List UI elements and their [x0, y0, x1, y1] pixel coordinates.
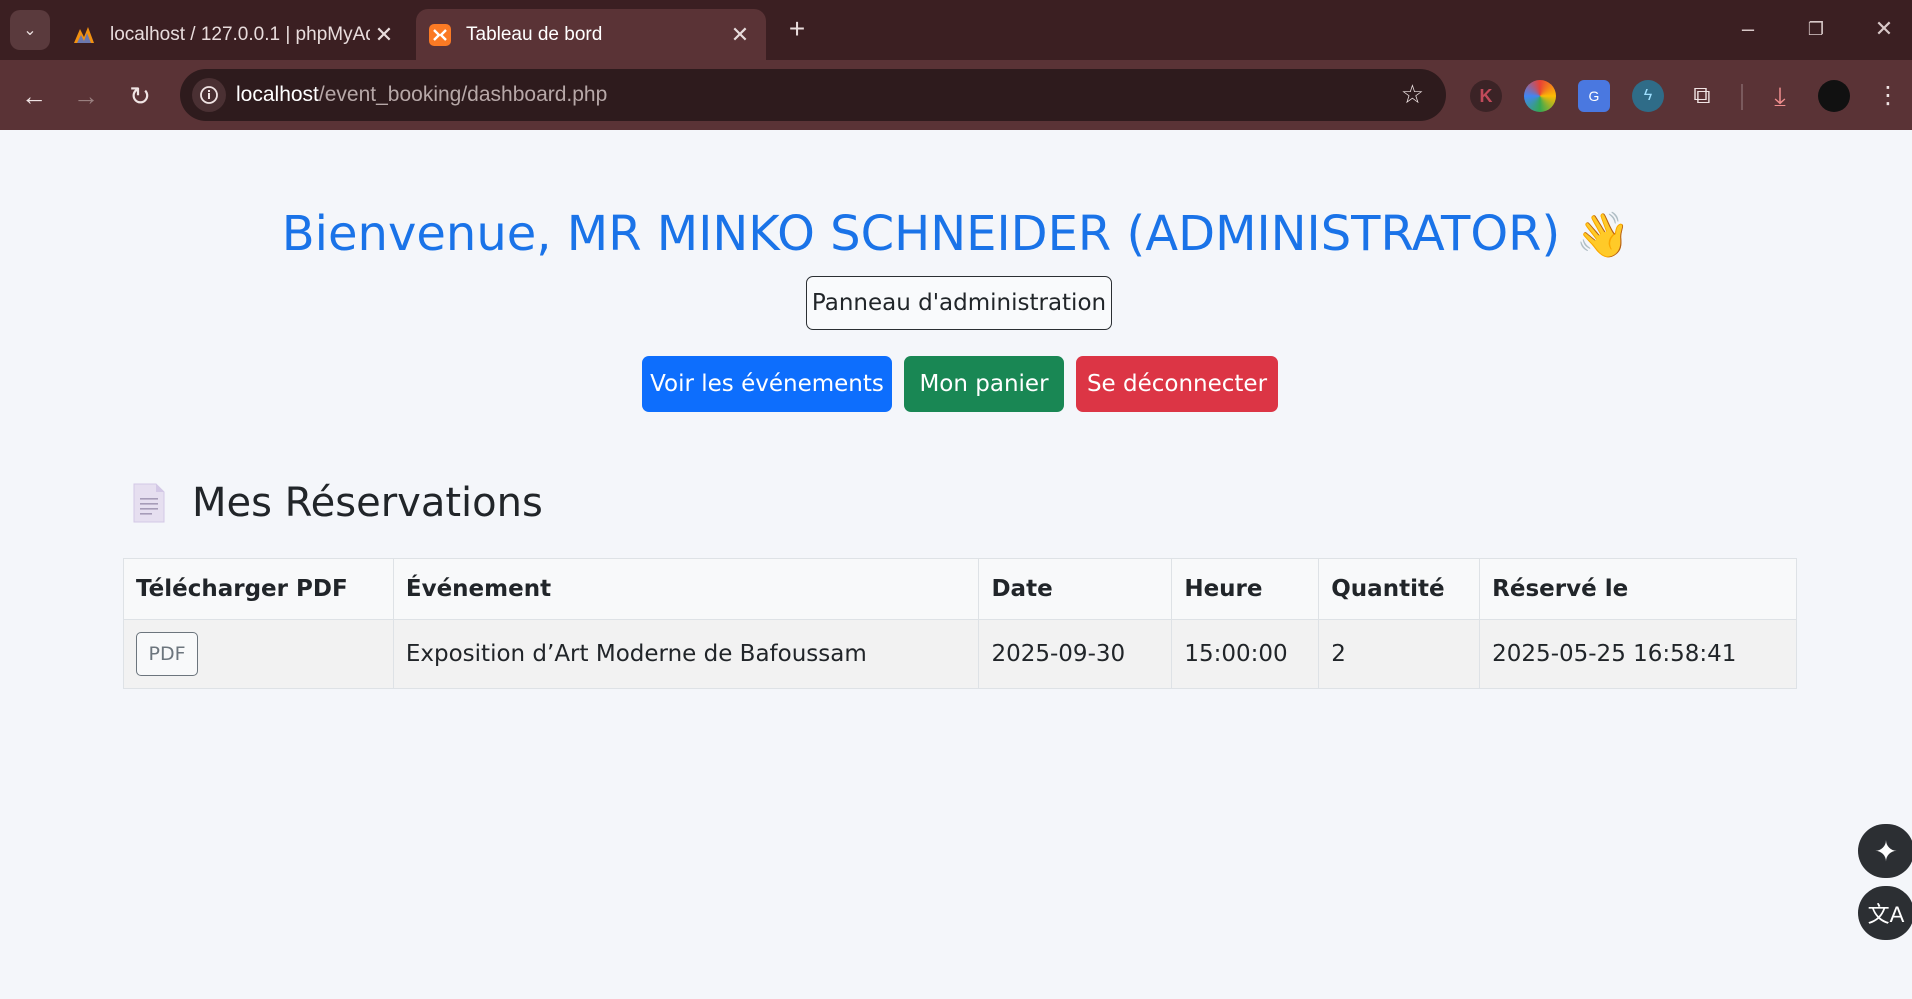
translate-icon[interactable]: 文A: [1858, 886, 1912, 940]
browser-menu-icon[interactable]: ⋮: [1872, 80, 1904, 112]
minimize-icon[interactable]: –: [1726, 12, 1770, 46]
reservations-heading: Mes Réservations: [132, 480, 543, 526]
extension-translate-icon[interactable]: G: [1578, 80, 1610, 112]
profile-avatar[interactable]: [1818, 80, 1850, 112]
admin-panel-button[interactable]: Panneau d'administration: [806, 276, 1112, 330]
forward-arrow-icon[interactable]: →: [66, 76, 106, 116]
pdf-cell: PDF: [123, 619, 394, 689]
download-icon[interactable]: ⤓: [1764, 80, 1796, 112]
logout-button[interactable]: Se déconnecter: [1076, 356, 1278, 412]
my-cart-button[interactable]: Mon panier: [904, 356, 1064, 412]
column-header: Quantité: [1318, 558, 1481, 620]
column-header: Date: [978, 558, 1173, 620]
browser-toolbar: ← → ↻ localhost/event_booking/dashboard.…: [0, 60, 1912, 130]
reservations-table: Télécharger PDF Événement Date Heure Qua…: [123, 558, 1797, 689]
extensions-puzzle-icon[interactable]: ⧉: [1686, 80, 1718, 112]
extension-k-icon[interactable]: K: [1470, 80, 1502, 112]
reserved-at-cell: 2025-05-25 16:58:41: [1479, 619, 1797, 689]
tab-title: Tableau de bord: [466, 23, 603, 45]
column-header: Heure: [1171, 558, 1320, 620]
time-cell: 15:00:00: [1171, 619, 1320, 689]
toolbar-divider: [1741, 84, 1743, 110]
waving-hand-icon: 👋: [1575, 210, 1631, 261]
phpmyadmin-icon: [74, 26, 94, 43]
quantity-cell: 2: [1318, 619, 1481, 689]
tab-dashboard[interactable]: Tableau de bord ✕: [416, 9, 766, 60]
dashboard-page: Bienvenue, MR MINKO SCHNEIDER (ADMINISTR…: [0, 130, 1912, 999]
tab-search-button[interactable]: ⌄: [10, 10, 50, 50]
extension-bolt-icon[interactable]: ϟ: [1632, 80, 1664, 112]
reload-icon[interactable]: ↻: [120, 76, 160, 116]
table-header-row: Télécharger PDF Événement Date Heure Qua…: [123, 558, 1797, 620]
site-info-icon[interactable]: [192, 78, 226, 112]
close-icon[interactable]: ✕: [370, 22, 398, 48]
column-header: Événement: [392, 558, 980, 620]
bookmark-star-icon[interactable]: ☆: [1401, 79, 1424, 110]
back-arrow-icon[interactable]: ←: [14, 76, 54, 116]
welcome-heading: Bienvenue, MR MINKO SCHNEIDER (ADMINISTR…: [0, 206, 1912, 262]
browser-tab-bar: ⌄ localhost / 127.0.0.1 | phpMyAdmin ✕ T…: [0, 0, 1912, 60]
restore-icon[interactable]: ❐: [1794, 12, 1838, 46]
extension-color-icon[interactable]: [1524, 80, 1556, 112]
column-header: Télécharger PDF: [123, 558, 394, 620]
tab-phpmyadmin[interactable]: localhost / 127.0.0.1 | phpMyAdmin ✕: [60, 9, 410, 60]
welcome-text: Bienvenue, MR MINKO SCHNEIDER (ADMINISTR…: [281, 206, 1561, 262]
address-bar[interactable]: localhost/event_booking/dashboard.php ☆: [180, 69, 1446, 121]
tab-title: localhost / 127.0.0.1 | phpMyAdmin: [110, 23, 370, 45]
date-cell: 2025-09-30: [978, 619, 1173, 689]
download-pdf-button[interactable]: PDF: [136, 632, 198, 676]
ai-sparkle-icon[interactable]: ✦: [1858, 824, 1912, 878]
new-tab-button[interactable]: +: [780, 12, 814, 46]
close-icon[interactable]: ✕: [726, 22, 754, 48]
column-header: Réservé le: [1479, 558, 1797, 620]
section-title: Mes Réservations: [192, 480, 543, 526]
view-events-button[interactable]: Voir les événements: [642, 356, 892, 412]
url-text: localhost/event_booking/dashboard.php: [236, 83, 608, 106]
table-row: PDF Exposition d’Art Moderne de Bafoussa…: [123, 619, 1797, 689]
event-cell: Exposition d’Art Moderne de Bafoussam: [392, 619, 980, 689]
xampp-icon: [429, 23, 451, 46]
window-close-icon[interactable]: ✕: [1862, 12, 1906, 46]
document-icon: [133, 483, 165, 523]
